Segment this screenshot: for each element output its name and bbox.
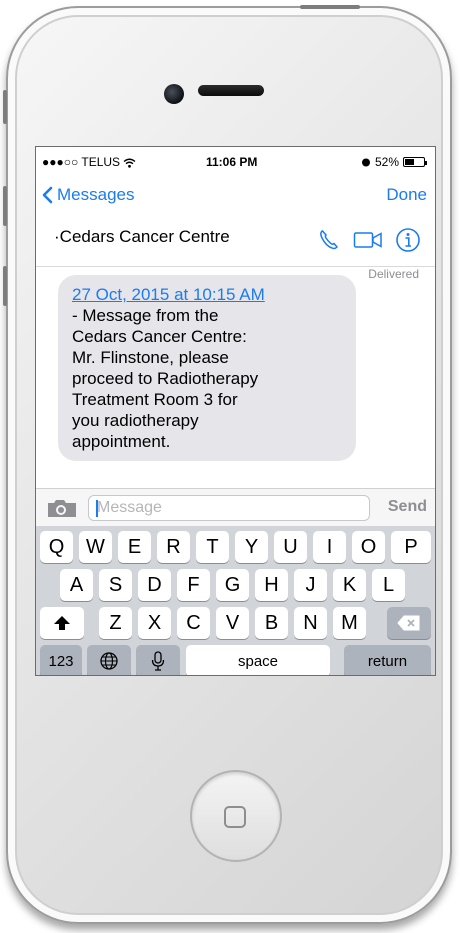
send-button[interactable]: Send (388, 498, 427, 516)
microphone-icon (151, 651, 165, 671)
key-j[interactable]: J (294, 569, 327, 601)
message-input[interactable] (88, 495, 370, 521)
key-e[interactable]: E (118, 531, 151, 563)
key-row-1: Q W E R T Y U I O P (36, 531, 435, 565)
key-p[interactable]: P (391, 531, 431, 563)
carrier-label: ●●●○○ TELUS (42, 155, 136, 169)
message-line: appointment. (72, 432, 171, 451)
status-time: 11:06 PM (206, 155, 258, 169)
key-y[interactable]: Y (235, 531, 268, 563)
key-o[interactable]: O (352, 531, 385, 563)
key-row-2: A S D F G H J K L (36, 569, 435, 603)
space-key[interactable]: space (186, 645, 330, 675)
battery-tip (425, 161, 427, 165)
battery-percent: 52% (374, 155, 399, 169)
message-line: you radiotherapy (72, 411, 199, 430)
key-q[interactable]: Q (40, 531, 73, 563)
key-k[interactable]: K (333, 569, 366, 601)
nav-bar: Messages Done (36, 177, 435, 217)
delete-key[interactable] (387, 607, 431, 639)
camera-icon[interactable] (46, 498, 78, 518)
message-thread: Delivered 27 Oct, 2015 at 10:15 AM - Mes… (36, 267, 435, 487)
key-g[interactable]: G (216, 569, 249, 601)
mute-switch (3, 90, 7, 124)
key-i[interactable]: I (313, 531, 346, 563)
battery-status: 52% (361, 155, 427, 169)
return-key[interactable]: return (344, 645, 431, 675)
message-bubble[interactable]: 27 Oct, 2015 at 10:15 AM - Message from … (58, 275, 356, 461)
key-row-4: 123 space return (36, 645, 435, 675)
status-bar: ●●●○○ TELUS 11:06 PM 52% (36, 147, 435, 177)
key-l[interactable]: L (372, 569, 405, 601)
key-c[interactable]: C (177, 607, 210, 639)
shift-key[interactable] (40, 607, 84, 639)
back-button[interactable]: Messages (42, 185, 134, 205)
volume-up-button (3, 186, 7, 226)
numbers-key[interactable]: 123 (40, 645, 82, 675)
chevron-left-icon (42, 186, 53, 204)
info-icon[interactable] (395, 227, 421, 253)
battery-icon (403, 157, 427, 167)
globe-icon (100, 652, 118, 670)
text-cursor (96, 500, 98, 517)
contact-name: ·Cedars Cancer Centre (54, 227, 230, 246)
message-line: - Message from the (72, 306, 219, 325)
front-camera (164, 84, 184, 104)
delivered-status: Delivered (368, 267, 419, 281)
message-line: Mr. Flinstone, please (72, 348, 229, 367)
volume-down-button (3, 266, 7, 306)
home-square-icon (224, 806, 246, 828)
alarm-icon (361, 158, 370, 167)
shift-arrow-icon (54, 616, 70, 630)
key-m[interactable]: M (333, 607, 366, 639)
key-b[interactable]: B (255, 607, 288, 639)
keyboard: Q W E R T Y U I O P A S D F G H J K L Z … (36, 526, 435, 675)
video-icon[interactable] (353, 230, 383, 250)
wifi-icon (123, 158, 136, 168)
message-line: Cedars Cancer Centre: (72, 327, 247, 346)
key-a[interactable]: A (60, 569, 93, 601)
backspace-icon (397, 615, 420, 631)
done-button[interactable]: Done (386, 185, 427, 205)
key-n[interactable]: N (294, 607, 327, 639)
key-w[interactable]: W (79, 531, 112, 563)
message-line: Treatment Room 3 for (72, 390, 238, 409)
contact-actions (317, 227, 421, 253)
key-u[interactable]: U (274, 531, 307, 563)
power-button (300, 5, 360, 9)
earpiece-speaker (198, 85, 264, 96)
carrier-text: ●●●○○ TELUS (42, 155, 121, 169)
key-v[interactable]: V (216, 607, 249, 639)
battery-fill (405, 159, 414, 165)
key-row-3: Z X C V B N M (36, 607, 435, 641)
back-button-label: Messages (57, 185, 135, 204)
key-x[interactable]: X (138, 607, 171, 639)
message-line: proceed to Radiotherapy (72, 369, 259, 388)
key-s[interactable]: S (99, 569, 132, 601)
key-z[interactable]: Z (99, 607, 132, 639)
dictation-key[interactable] (136, 645, 180, 675)
key-d[interactable]: D (138, 569, 171, 601)
timestamp-link[interactable]: 27 Oct, 2015 at 10:15 AM (72, 284, 342, 305)
key-t[interactable]: T (196, 531, 229, 563)
globe-key[interactable] (87, 645, 131, 675)
screen: ●●●○○ TELUS 11:06 PM 52% Messages Done ·… (35, 146, 436, 676)
key-f[interactable]: F (177, 569, 210, 601)
composer-bar: Send (36, 488, 435, 526)
phone-icon[interactable] (317, 228, 341, 252)
key-r[interactable]: R (157, 531, 190, 563)
contact-header: ·Cedars Cancer Centre (36, 217, 435, 267)
key-h[interactable]: H (255, 569, 288, 601)
